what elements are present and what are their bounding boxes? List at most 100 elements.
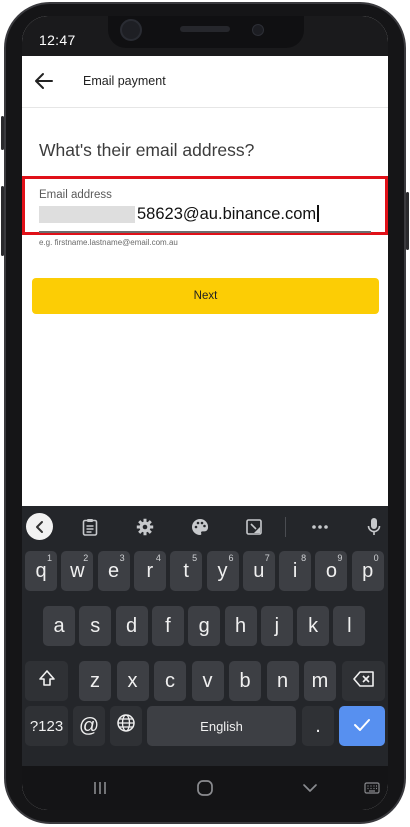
- symbols-key[interactable]: ?123: [25, 706, 68, 746]
- period-key[interactable]: .: [302, 706, 334, 746]
- shift-key[interactable]: [25, 661, 68, 701]
- key-h-label: h: [234, 614, 247, 637]
- home-icon[interactable]: [195, 778, 215, 798]
- key-o[interactable]: o9: [315, 551, 348, 591]
- key-z[interactable]: z: [79, 661, 111, 701]
- key-q[interactable]: q1: [25, 551, 57, 591]
- key-r[interactable]: r4: [133, 551, 166, 591]
- key-p-hint: 0: [373, 553, 379, 563]
- key-d-label: d: [126, 614, 138, 637]
- key-p-label: p: [362, 559, 374, 582]
- key-m[interactable]: m: [304, 661, 336, 701]
- arrow-left-icon[interactable]: [32, 69, 56, 93]
- volume-button: [1, 116, 4, 150]
- sensor-icon: [252, 24, 264, 36]
- recent-apps-icon[interactable]: [90, 778, 110, 798]
- email-field-hint: e.g. firstname.lastname@email.com.au: [39, 238, 178, 247]
- key-i[interactable]: i8: [279, 551, 312, 591]
- key-l-label: l: [347, 614, 352, 637]
- key-c[interactable]: c: [154, 661, 186, 701]
- toolbar-divider: [285, 517, 286, 537]
- email-field-value: 58623@au.binance.com: [137, 205, 317, 223]
- shift-icon: [37, 668, 57, 694]
- key-m-label: m: [311, 669, 329, 692]
- space-key[interactable]: English: [147, 706, 296, 746]
- clipboard-icon[interactable]: [80, 517, 100, 537]
- key-k[interactable]: k: [297, 606, 330, 646]
- key-p[interactable]: p0: [351, 551, 384, 591]
- key-k-label: k: [308, 614, 319, 637]
- key-b[interactable]: b: [229, 661, 261, 701]
- palette-icon[interactable]: [190, 517, 210, 537]
- key-w[interactable]: w2: [61, 551, 94, 591]
- enter-key[interactable]: [339, 706, 385, 746]
- space-key-label: English: [200, 718, 243, 734]
- text-caret: [317, 205, 319, 222]
- microphone-icon[interactable]: [364, 517, 384, 537]
- key-y[interactable]: y6: [206, 551, 239, 591]
- key-t-label: t: [183, 559, 189, 582]
- system-nav-bar: [22, 766, 388, 810]
- period-key-label: .: [315, 714, 321, 737]
- key-f[interactable]: f: [151, 606, 184, 646]
- camera-icon: [120, 19, 142, 41]
- key-c-label: c: [165, 669, 175, 692]
- screen: 12:47 Email payment What's their email a…: [22, 16, 388, 810]
- key-e-hint: 3: [119, 553, 125, 563]
- key-u[interactable]: u7: [242, 551, 275, 591]
- app-bar: Email payment: [22, 56, 388, 108]
- screenshot-icon[interactable]: [244, 517, 264, 537]
- key-g[interactable]: g: [188, 606, 221, 646]
- key-j-label: j: [274, 614, 280, 637]
- key-l[interactable]: l: [333, 606, 366, 646]
- keyboard-icon[interactable]: [362, 778, 382, 798]
- backspace-key[interactable]: [342, 661, 385, 701]
- key-y-label: y: [217, 559, 228, 582]
- key-b-label: b: [239, 669, 251, 692]
- email-redacted-prefix: [39, 206, 135, 223]
- key-j[interactable]: j: [260, 606, 293, 646]
- key-e[interactable]: e3: [97, 551, 130, 591]
- email-question-heading: What's their email address?: [39, 140, 255, 160]
- key-i-label: i: [292, 559, 298, 582]
- email-field[interactable]: 58623@au.binance.com: [137, 205, 319, 224]
- key-x-label: x: [127, 669, 138, 692]
- back-chevron-icon[interactable]: [300, 778, 320, 798]
- key-x[interactable]: x: [116, 661, 149, 701]
- globe-key[interactable]: [110, 706, 142, 746]
- key-n-label: n: [276, 669, 289, 692]
- key-w-hint: 2: [83, 553, 89, 563]
- key-f-label: f: [165, 614, 171, 637]
- camera-notch: [108, 16, 304, 48]
- page-title: Email payment: [83, 74, 166, 88]
- key-h[interactable]: h: [224, 606, 257, 646]
- status-bar: 12:47: [22, 16, 388, 56]
- key-u-hint: 7: [264, 553, 270, 563]
- at-key-label: @: [78, 714, 100, 737]
- chevron-left-icon[interactable]: [26, 513, 53, 540]
- key-g-label: g: [198, 614, 210, 637]
- email-field-underline: [39, 231, 371, 233]
- key-v[interactable]: v: [191, 661, 224, 701]
- next-button[interactable]: Next: [32, 278, 379, 314]
- key-d[interactable]: d: [115, 606, 148, 646]
- keyboard-toolbar: [22, 506, 388, 548]
- email-field-label: Email address: [39, 189, 112, 201]
- symbols-key-label: ?123: [29, 717, 64, 735]
- key-e-label: e: [108, 559, 120, 582]
- key-n[interactable]: n: [266, 661, 299, 701]
- key-t[interactable]: t5: [170, 551, 203, 591]
- power-button: [406, 192, 409, 250]
- key-s[interactable]: s: [79, 606, 112, 646]
- key-r-label: r: [146, 559, 154, 582]
- more-icon[interactable]: [310, 517, 330, 537]
- on-screen-keyboard: q1w2e3r4t5y6u7i8o9p0 asdfghjkl zxcvbnm ?…: [22, 506, 388, 766]
- gear-icon[interactable]: [135, 517, 155, 537]
- key-i-hint: 8: [301, 553, 307, 563]
- at-key[interactable]: @: [73, 706, 105, 746]
- globe-icon: [116, 713, 136, 739]
- key-q-hint: 1: [46, 553, 52, 563]
- key-s-label: s: [90, 614, 101, 637]
- key-o-hint: 9: [337, 553, 343, 563]
- key-a[interactable]: a: [43, 606, 75, 646]
